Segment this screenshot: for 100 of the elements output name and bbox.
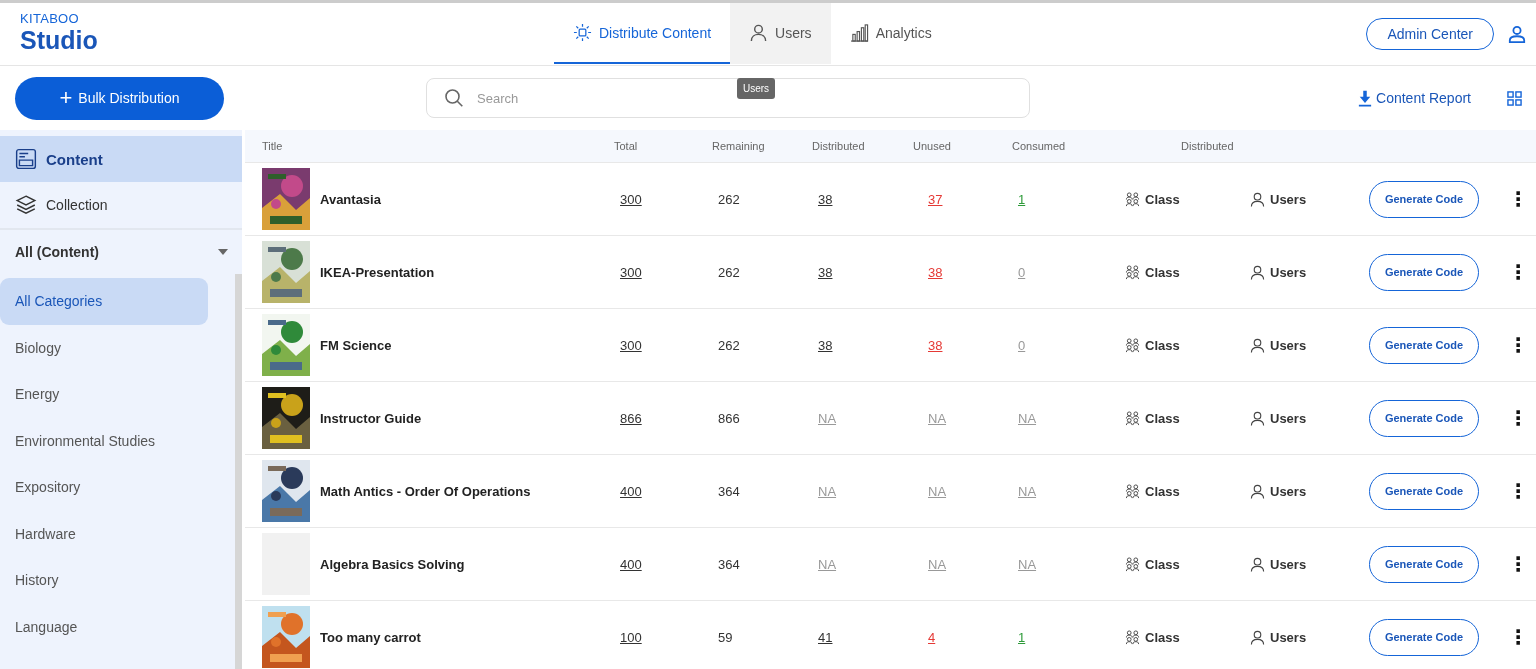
bar-chart-icon <box>849 23 869 42</box>
class-link[interactable]: Class <box>1125 483 1180 499</box>
count-value[interactable]: 300 <box>612 264 642 280</box>
content-title: FM Science <box>320 337 393 353</box>
group-icon <box>1125 629 1140 645</box>
column-header: Distributed <box>811 140 866 152</box>
content-icon <box>15 148 37 170</box>
bulk-distribution-button[interactable]: + Bulk Distribution <box>15 76 224 120</box>
content-title: IKEA-Presentation <box>320 264 436 280</box>
group-icon <box>1125 264 1140 280</box>
content-title: Algebra Basics Solving <box>320 556 466 572</box>
column-header: Unused <box>912 140 952 152</box>
users-link[interactable]: Users <box>1250 337 1307 353</box>
logo-product: Studio <box>20 26 99 54</box>
count-value[interactable]: 38 <box>910 337 943 353</box>
category-item[interactable]: Expository <box>0 464 208 511</box>
person-icon <box>1250 483 1265 499</box>
person-icon <box>1250 264 1265 280</box>
nav-tab[interactable]: Users <box>730 3 831 64</box>
category-item[interactable]: Biology <box>0 324 208 371</box>
count-value[interactable]: 38 <box>810 264 833 280</box>
category-item[interactable]: Energy <box>0 371 208 418</box>
generate-code-button[interactable]: Generate Code <box>1369 253 1479 291</box>
search-icon <box>444 88 464 108</box>
count-value[interactable]: 1 <box>1010 629 1026 645</box>
group-icon <box>1125 191 1140 207</box>
count-value[interactable]: 300 <box>612 337 642 353</box>
content-title: Avantasia <box>320 191 382 207</box>
more-menu-button[interactable]: ⋮ <box>1504 625 1532 649</box>
caret-icon <box>218 249 228 255</box>
more-menu-button[interactable]: ⋮ <box>1504 260 1532 284</box>
download-icon <box>1358 89 1373 107</box>
group-icon <box>1125 337 1140 353</box>
count-value[interactable]: 38 <box>810 337 833 353</box>
more-menu-button[interactable]: ⋮ <box>1504 187 1532 211</box>
scrollbar[interactable] <box>235 274 242 669</box>
grid-view-icon[interactable] <box>1507 90 1522 106</box>
count-value[interactable]: 100 <box>612 629 642 645</box>
count-value: 866 <box>717 410 740 426</box>
logo-brand: KITABOO <box>20 12 80 26</box>
category-item[interactable]: All Categories <box>0 278 208 325</box>
nav-tab[interactable]: Analytics <box>830 3 951 64</box>
generate-code-button[interactable]: Generate Code <box>1369 399 1479 437</box>
users-link[interactable]: Users <box>1250 264 1307 280</box>
class-link[interactable]: Class <box>1125 410 1180 426</box>
group-icon <box>1125 410 1140 426</box>
class-link[interactable]: Class <box>1125 337 1180 353</box>
generate-code-button[interactable]: Generate Code <box>1369 472 1479 510</box>
users-link[interactable]: Users <box>1250 483 1307 499</box>
category-item[interactable]: Environmental Studies <box>0 417 208 464</box>
group-icon <box>1125 483 1140 499</box>
sidebar-item[interactable]: Content <box>0 136 242 182</box>
count-value: 262 <box>717 191 740 207</box>
users-link[interactable]: Users <box>1250 629 1307 645</box>
more-menu-button[interactable]: ⋮ <box>1504 406 1532 430</box>
count-value[interactable]: 37 <box>910 191 943 207</box>
count-value: 364 <box>717 556 740 572</box>
tooltip: Users <box>737 78 776 99</box>
count-value[interactable]: 41 <box>810 629 833 645</box>
class-link[interactable]: Class <box>1125 629 1180 645</box>
count-value[interactable]: 38 <box>910 264 943 280</box>
count-value[interactable]: 866 <box>612 410 642 426</box>
content-report-link[interactable]: Content Report <box>1352 88 1477 108</box>
generate-code-button[interactable]: Generate Code <box>1369 618 1479 656</box>
person-icon <box>1250 410 1265 426</box>
column-header: Title <box>262 140 284 152</box>
category-item[interactable]: History <box>0 557 208 604</box>
admin-center-button[interactable]: Admin Center <box>1366 18 1494 50</box>
class-link[interactable]: Class <box>1125 556 1180 572</box>
more-menu-button[interactable]: ⋮ <box>1504 333 1532 357</box>
count-value[interactable]: 38 <box>810 191 833 207</box>
count-value[interactable]: 1 <box>1010 191 1026 207</box>
more-menu-button[interactable]: ⋮ <box>1504 552 1532 576</box>
more-menu-button[interactable]: ⋮ <box>1504 479 1532 503</box>
content-title: Instructor Guide <box>320 410 423 426</box>
generate-code-button[interactable]: Generate Code <box>1369 326 1479 364</box>
generate-code-button[interactable]: Generate Code <box>1369 180 1479 218</box>
user-icon[interactable] <box>1508 25 1526 43</box>
users-link[interactable]: Users <box>1250 556 1307 572</box>
count-value[interactable]: 4 <box>910 629 936 645</box>
column-header: Distributed <box>1180 140 1235 152</box>
users-link[interactable]: Users <box>1250 191 1307 207</box>
count-value: 364 <box>717 483 740 499</box>
category-item[interactable]: Hardware <box>0 510 208 557</box>
category-dropdown[interactable]: All (Content) <box>0 228 242 274</box>
count-value: 262 <box>717 337 740 353</box>
category-item[interactable]: Language <box>0 603 208 650</box>
sparkle-icon <box>573 23 592 42</box>
count-value: 59 <box>717 629 733 645</box>
generate-code-button[interactable]: Generate Code <box>1369 545 1479 583</box>
count-value[interactable]: 300 <box>612 191 642 207</box>
class-link[interactable]: Class <box>1125 191 1180 207</box>
count-value[interactable]: 400 <box>612 556 642 572</box>
count-value[interactable]: 400 <box>612 483 642 499</box>
person-icon <box>1250 556 1265 572</box>
users-link[interactable]: Users <box>1250 410 1307 426</box>
layers-icon <box>15 194 37 216</box>
group-icon <box>1125 556 1140 572</box>
class-link[interactable]: Class <box>1125 264 1180 280</box>
person-icon <box>1250 191 1265 207</box>
